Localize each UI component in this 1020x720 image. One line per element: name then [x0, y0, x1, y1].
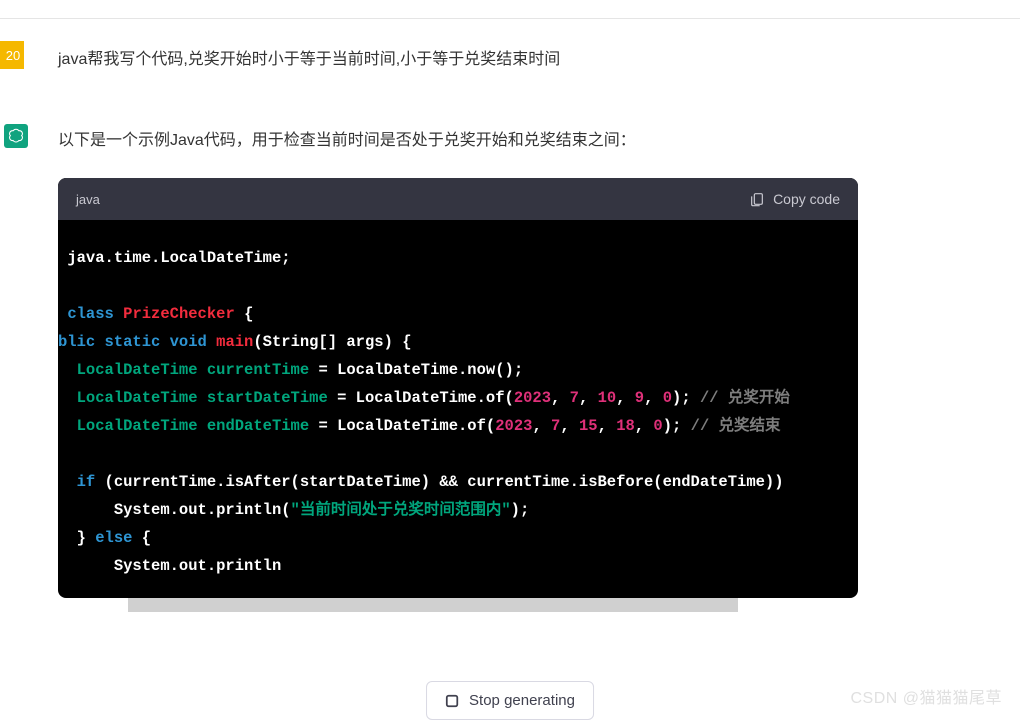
stop-generating-label: Stop generating — [469, 692, 575, 709]
avatar-badge: 20 — [0, 41, 24, 69]
code-header: java Copy code — [58, 178, 858, 220]
assistant-message-row: 以下是一个示例Java代码，用于检查当前时间是否处于兑奖开始和兑奖结束之间： j… — [0, 69, 1020, 612]
copy-code-button[interactable]: Copy code — [749, 191, 840, 207]
openai-icon — [4, 124, 28, 148]
clipboard-icon — [749, 191, 765, 207]
code-block: java Copy code java.time.LocalDateTime; … — [58, 178, 858, 598]
stop-icon — [445, 694, 459, 708]
code-language-label: java — [76, 192, 100, 207]
assistant-intro-text: 以下是一个示例Java代码，用于检查当前时间是否处于兑奖开始和兑奖结束之间： — [58, 124, 1020, 150]
copy-code-label: Copy code — [773, 191, 840, 207]
stop-generating-button[interactable]: Stop generating — [426, 681, 594, 720]
user-message-text: java帮我写个代码,兑奖开始时小于等于当前时间,小于等于兑奖结束时间 — [58, 41, 560, 69]
user-message-row: 20 java帮我写个代码,兑奖开始时小于等于当前时间,小于等于兑奖结束时间 — [0, 19, 1020, 69]
horizontal-scrollbar[interactable] — [128, 598, 738, 612]
code-content[interactable]: java.time.LocalDateTime; class PrizeChec… — [58, 220, 858, 598]
watermark-text: CSDN @猫猫猫尾草 — [850, 684, 1002, 708]
